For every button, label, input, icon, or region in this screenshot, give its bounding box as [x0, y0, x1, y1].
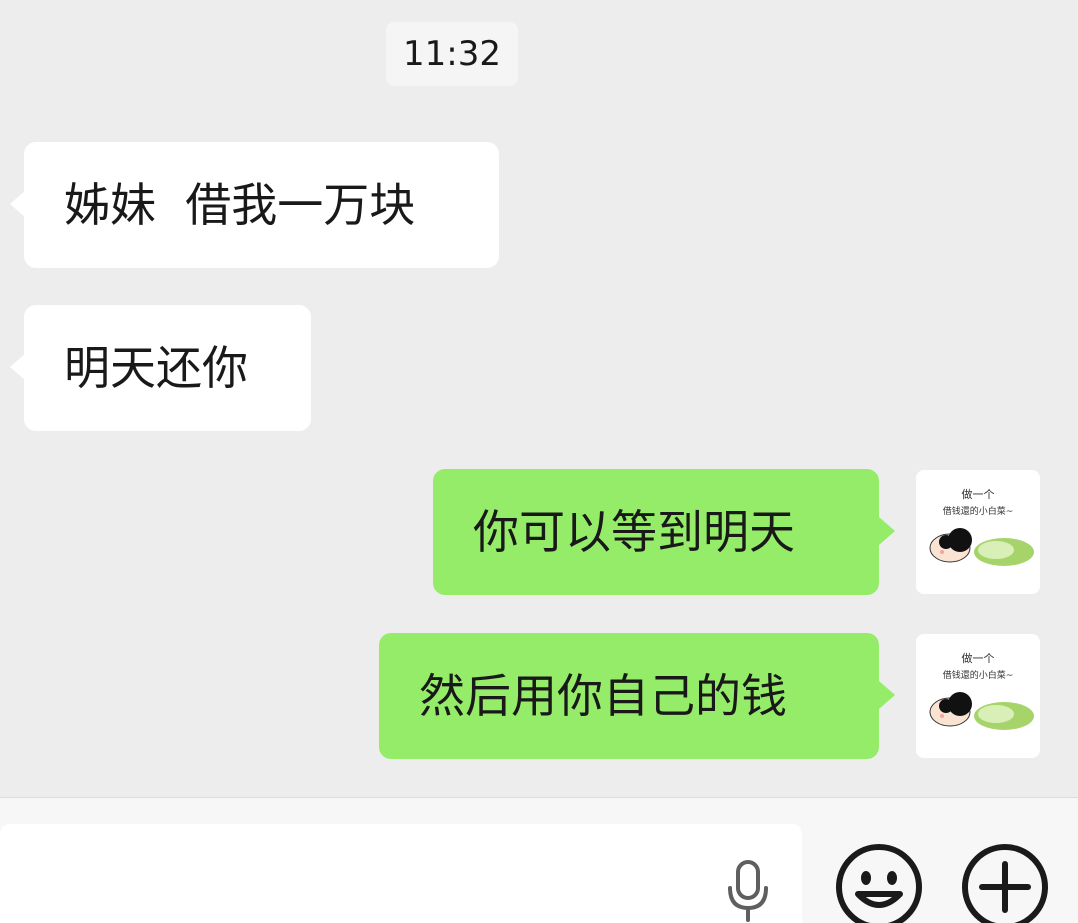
svg-text:做一个: 做一个	[962, 487, 995, 501]
svg-text:借钱還的小白菜~: 借钱還的小白菜~	[943, 505, 1014, 517]
emoji-icon[interactable]	[834, 842, 924, 923]
user-avatar[interactable]: 做一个 借钱還的小白菜~	[916, 634, 1040, 758]
message-text: 姊妹 借我一万块	[64, 178, 416, 232]
message-input-bar	[0, 797, 1078, 923]
outgoing-message-bubble[interactable]: 你可以等到明天	[433, 469, 895, 595]
incoming-message-bubble[interactable]: 明天还你	[10, 305, 311, 431]
plus-icon[interactable]	[960, 842, 1050, 923]
outgoing-message-bubble[interactable]: 然后用你自己的钱	[379, 633, 895, 759]
user-avatar[interactable]: 做一个 借钱還的小白菜~	[916, 470, 1040, 594]
chat-screen: 11:32 姊妹 借我一万块 明天还你 你可以等到明天 做一个 借钱還的小白菜~…	[0, 0, 1078, 923]
avatar-image: 做一个 借钱還的小白菜~	[929, 487, 1034, 566]
incoming-message-bubble[interactable]: 姊妹 借我一万块	[10, 142, 499, 268]
message-input[interactable]	[0, 824, 802, 923]
svg-text:借钱還的小白菜~: 借钱還的小白菜~	[943, 669, 1014, 681]
microphone-icon[interactable]	[722, 856, 774, 923]
message-text: 你可以等到明天	[473, 505, 795, 559]
message-timestamp: 11:32	[386, 22, 518, 86]
svg-text:做一个: 做一个	[962, 651, 995, 665]
message-text: 然后用你自己的钱	[419, 669, 787, 723]
avatar-image: 做一个 借钱還的小白菜~	[929, 651, 1034, 730]
message-text: 明天还你	[64, 341, 248, 395]
